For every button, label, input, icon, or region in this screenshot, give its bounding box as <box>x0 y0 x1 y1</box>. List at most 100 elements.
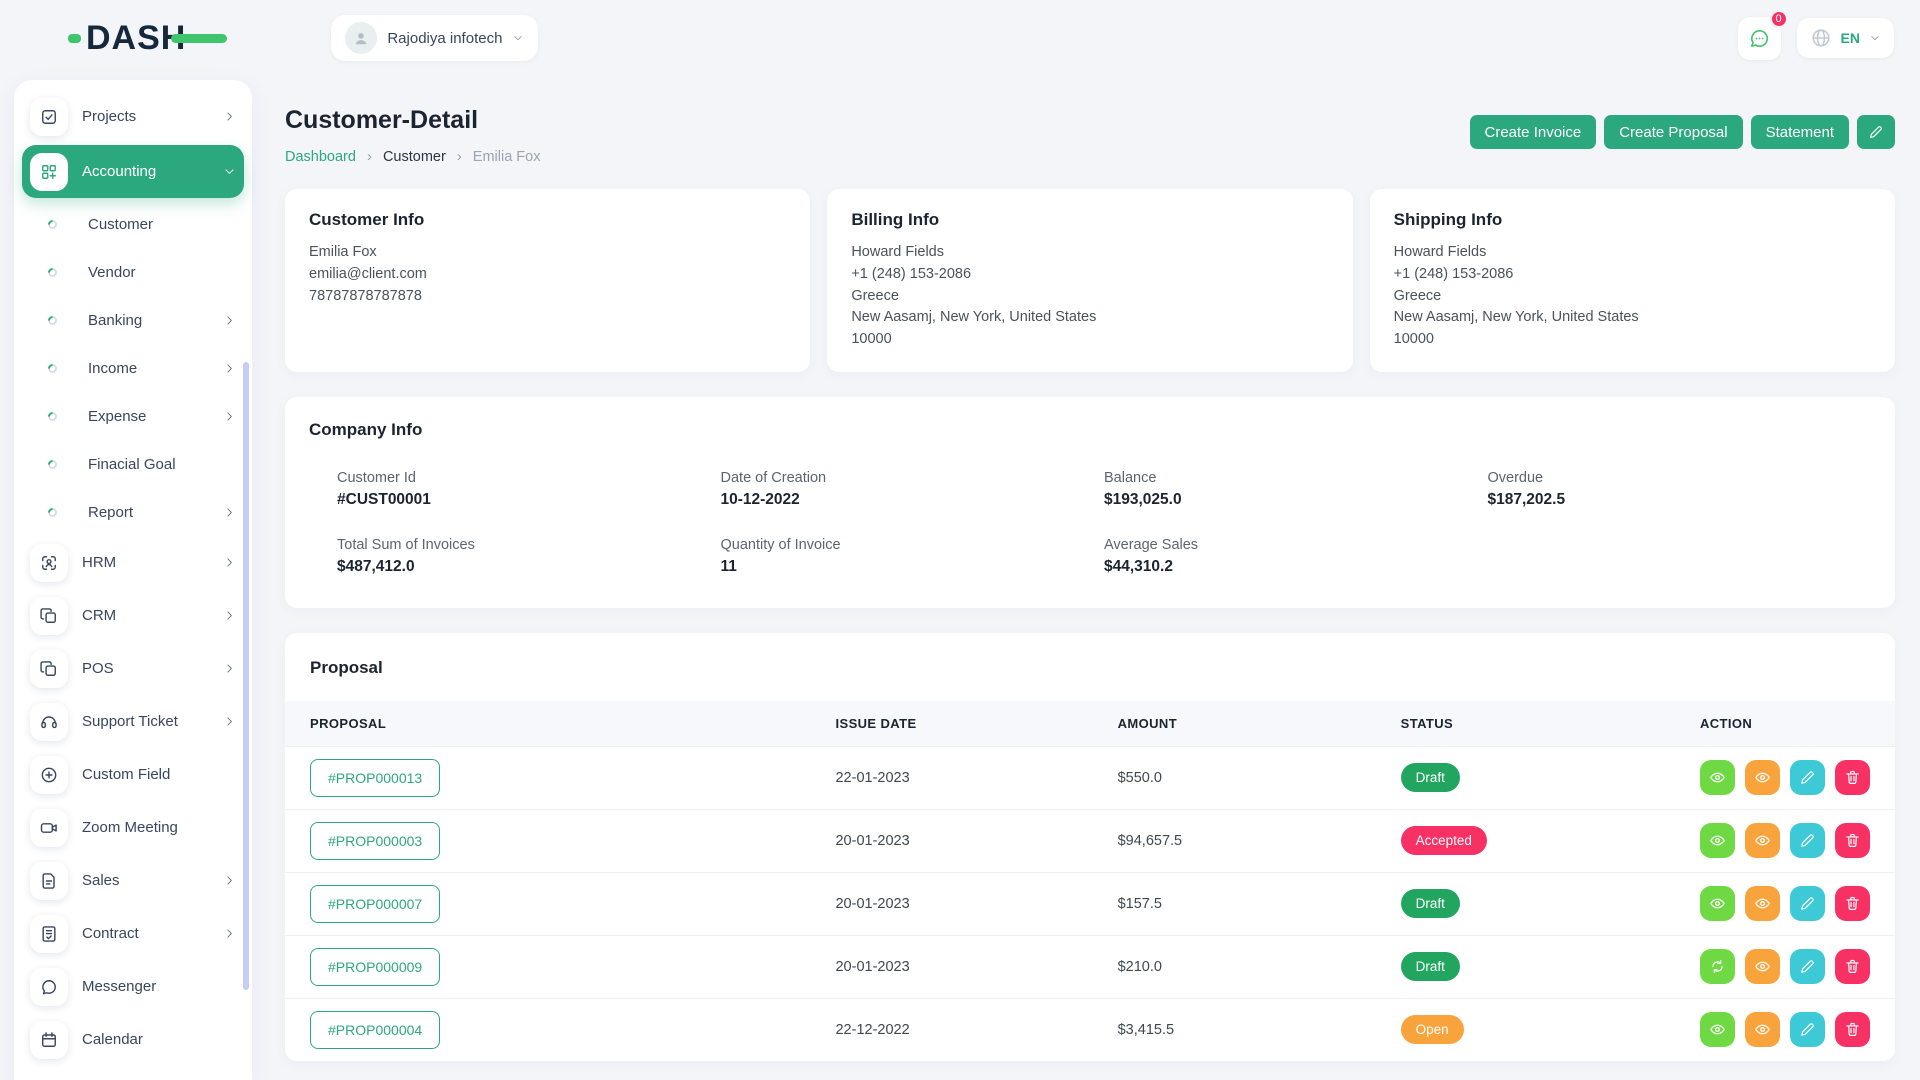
proposal-card: Proposal ProposalIssue DateAmountStatusA… <box>285 633 1895 1061</box>
sidebar-item[interactable]: Messenger <box>22 960 244 1013</box>
header-action-button[interactable]: Create Invoice <box>1470 115 1597 149</box>
status-badge: Draft <box>1401 952 1460 981</box>
bullet-icon <box>46 218 59 231</box>
info-line: Howard Fields <box>1394 242 1871 264</box>
topbar: DASH Rajodiya infotech 0 EN <box>0 0 1920 76</box>
sidebar-item-label: Projects <box>82 108 136 125</box>
proposal-link[interactable]: #PROP000007 <box>310 885 440 923</box>
pencil-icon[interactable] <box>1790 823 1825 858</box>
eye-icon[interactable] <box>1700 886 1735 921</box>
chevron-right-icon <box>223 410 236 423</box>
amount-cell: $550.0 <box>1093 746 1376 809</box>
trash-icon[interactable] <box>1835 760 1870 795</box>
language-selector[interactable]: EN <box>1797 18 1894 58</box>
stat-value: $193,025.0 <box>1104 491 1488 509</box>
document-icon <box>30 862 68 900</box>
chevron-right-icon <box>223 556 236 569</box>
sidebar-item[interactable]: Accounting <box>22 145 244 198</box>
sidebar-item[interactable]: Custom Field <box>22 748 244 801</box>
proposal-link[interactable]: #PROP000003 <box>310 822 440 860</box>
stat-value: 11 <box>721 558 1105 576</box>
notification-badge: 0 <box>1769 9 1789 29</box>
trash-icon[interactable] <box>1835 886 1870 921</box>
app-logo: DASH <box>68 19 227 58</box>
company-selector[interactable]: Rajodiya infotech <box>331 15 538 61</box>
chat-icon <box>30 968 68 1006</box>
sidebar-item[interactable]: Expense <box>22 392 244 440</box>
edit-customer-button[interactable] <box>1857 115 1895 149</box>
sidebar-item[interactable]: Banking <box>22 296 244 344</box>
chevron-right-icon <box>223 506 236 519</box>
sidebar-item[interactable]: Zoom Meeting <box>22 801 244 854</box>
sidebar-item[interactable]: Sales <box>22 854 244 907</box>
table-header-row: ProposalIssue DateAmountStatusAction <box>285 701 1895 747</box>
status-badge: Accepted <box>1401 826 1487 855</box>
breadcrumb-item[interactable]: Customer <box>383 149 446 165</box>
logo-dash-end <box>171 34 227 43</box>
sidebar-item-label: Finacial Goal <box>88 456 176 473</box>
sidebar-item[interactable]: Calendar <box>22 1013 244 1066</box>
info-line: New Aasamj, New York, United States <box>851 307 1328 329</box>
sidebar-item[interactable]: POS <box>22 642 244 695</box>
trash-icon[interactable] <box>1835 1012 1870 1047</box>
page-title: Customer-Detail <box>285 106 540 135</box>
sidebar-item[interactable]: HRM <box>22 536 244 589</box>
breadcrumb-item[interactable]: Emilia Fox <box>473 149 541 165</box>
pencil-icon[interactable] <box>1790 760 1825 795</box>
contract-icon <box>30 915 68 953</box>
eye-icon[interactable] <box>1745 949 1780 984</box>
breadcrumb-item[interactable]: Dashboard <box>285 149 356 165</box>
column-header: Proposal <box>285 701 810 747</box>
sidebar-item[interactable]: Vendor <box>22 248 244 296</box>
eye-icon[interactable] <box>1700 1012 1735 1047</box>
sidebar-item[interactable]: Finacial Goal <box>22 440 244 488</box>
trash-icon[interactable] <box>1835 949 1870 984</box>
sidebar-item[interactable]: Support Ticket <box>22 695 244 748</box>
messages-button[interactable]: 0 <box>1738 17 1781 60</box>
sidebar-item[interactable]: Report <box>22 488 244 536</box>
copy-icon <box>30 597 68 635</box>
pencil-icon[interactable] <box>1790 1012 1825 1047</box>
stat: Quantity of Invoice 11 <box>721 537 1105 576</box>
trash-icon[interactable] <box>1835 823 1870 858</box>
info-line: emilia@client.com <box>309 264 786 286</box>
calendar-icon <box>30 1021 68 1059</box>
sidebar-item[interactable]: Projects <box>22 90 244 143</box>
sidebar-item[interactable]: CRM <box>22 589 244 642</box>
header-action-buttons: Create InvoiceCreate Proposal Statement <box>1470 115 1850 149</box>
proposal-link[interactable]: #PROP000004 <box>310 1011 440 1049</box>
bullet-icon <box>46 506 59 519</box>
sidebar-item[interactable]: Contract <box>22 907 244 960</box>
header-action-button[interactable]: Statement <box>1751 115 1849 149</box>
issue-date-cell: 20-01-2023 <box>810 809 1092 872</box>
amount-cell: $210.0 <box>1093 935 1376 998</box>
proposal-link[interactable]: #PROP000013 <box>310 759 440 797</box>
pencil-icon[interactable] <box>1790 886 1825 921</box>
sidebar-item[interactable]: Customer <box>22 200 244 248</box>
bullet-icon <box>46 410 59 423</box>
chevron-right-icon <box>223 662 236 675</box>
sidebar-item[interactable]: Income <box>22 344 244 392</box>
eye-icon[interactable] <box>1745 823 1780 858</box>
avatar <box>345 22 377 54</box>
pencil-icon[interactable] <box>1790 949 1825 984</box>
eye-icon[interactable] <box>1745 760 1780 795</box>
eye-icon[interactable] <box>1700 760 1735 795</box>
eye-icon[interactable] <box>1745 1012 1780 1047</box>
amount-cell: $3,415.5 <box>1093 998 1376 1061</box>
proposal-link[interactable]: #PROP000009 <box>310 948 440 986</box>
sidebar-item-label: Sales <box>82 872 120 889</box>
header-action-button[interactable]: Create Proposal <box>1604 115 1742 149</box>
chevron-right-icon <box>223 362 236 375</box>
eye-icon[interactable] <box>1745 886 1780 921</box>
stat: Average Sales $44,310.2 <box>1104 537 1488 576</box>
eye-icon[interactable] <box>1700 823 1735 858</box>
info-line: +1 (248) 153-2086 <box>1394 264 1871 286</box>
proposal-table: ProposalIssue DateAmountStatusAction #PR… <box>285 701 1895 1061</box>
page-header: Customer-Detail › Dashboard › Customer ›… <box>285 100 1895 165</box>
table-row: #PROP000003 20-01-2023 $94,657.5 Accepte… <box>285 809 1895 872</box>
refresh-icon[interactable] <box>1700 949 1735 984</box>
sidebar-scrollbar[interactable] <box>243 362 249 990</box>
chevron-right-icon <box>223 874 236 887</box>
breadcrumb-separator: › <box>367 148 372 165</box>
